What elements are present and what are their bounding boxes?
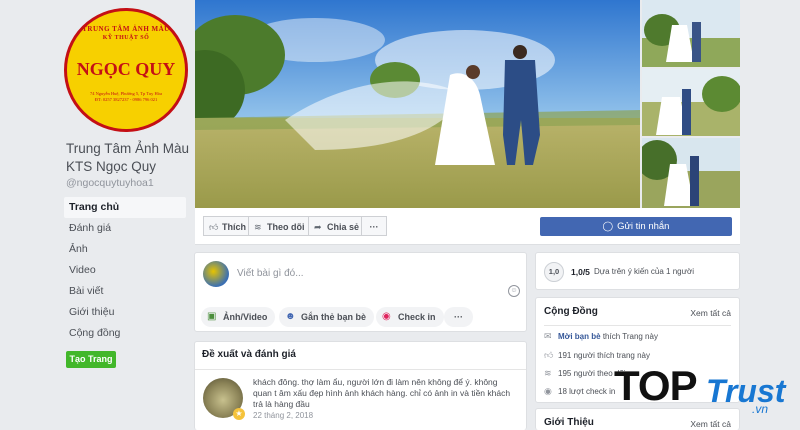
location-pin-icon: ◉ (382, 311, 391, 322)
invite-icon: ✉ (544, 331, 552, 341)
share-label: Chia sẻ (327, 222, 360, 232)
check-in-button[interactable]: ◉ Check in (376, 307, 444, 327)
invite-friends-row: ✉ Mời bạn bè thích Trang này (544, 331, 658, 342)
thumbs-up-icon: 👍︎ (544, 350, 554, 360)
nav-item-reviews[interactable]: Đánh giá (64, 218, 186, 239)
cover-photo[interactable] (195, 0, 640, 208)
page-nav: Trang chủ Đánh giá Ảnh Video Bài viết Gi… (64, 197, 186, 344)
star-icon: ★ (233, 408, 245, 420)
create-page-button[interactable]: Tạo Trang (66, 351, 116, 368)
send-message-label: Gửi tin nhắn (617, 221, 670, 232)
invite-friends-text: thích Trang này (602, 332, 658, 341)
logo-brand: NGỌC QUY (76, 59, 176, 79)
nav-item-photos[interactable]: Ảnh (64, 239, 186, 260)
watermark-domain-text: .vn (752, 402, 769, 416)
cover-photo-image (195, 0, 640, 208)
nav-item-community[interactable]: Cộng đồng (64, 323, 186, 344)
reviews-card: Đề xuất và đánh giá ★ khách đông. thợ là… (194, 341, 527, 430)
rating-badge: 1,0 (544, 262, 564, 282)
intro-see-all-link[interactable]: Xem tất cả (690, 419, 731, 429)
review-date[interactable]: 22 tháng 2, 2018 (253, 411, 313, 420)
cover-thumbnail-2[interactable] (642, 69, 740, 136)
like-label: Thích (222, 222, 246, 232)
nav-item-home[interactable]: Trang chủ (64, 197, 186, 218)
rating-score: 1,0/5 (571, 267, 590, 277)
like-button[interactable]: 👍︎ Thích (203, 216, 249, 236)
tag-friends-button[interactable]: ☻ Gắn thẻ bạn bè (279, 307, 375, 327)
cover-thumbnail-3[interactable] (642, 138, 740, 208)
photo-video-button[interactable]: ▣ Ảnh/Video (201, 307, 276, 327)
follow-label: Theo dõi (267, 222, 305, 232)
photo-video-label: Ảnh/Video (223, 312, 268, 322)
page-profile-picture[interactable]: TRUNG TÂM ẢNH MÀU KỸ THUẬT SỐ NGỌC QUY 7… (64, 8, 188, 132)
likes-count: 191 người thích trang này (558, 351, 650, 360)
logo-address: 74 Nguyễn Huệ, Phường 5, Tp Tuy Hòa ĐT: … (75, 91, 177, 103)
share-arrow-icon: ➦ (314, 222, 322, 232)
composer-more-button[interactable]: ··· (444, 307, 473, 327)
location-pin-icon: ◉ (544, 386, 552, 396)
toptrust-watermark-logo: TOP Trust .vn (614, 362, 800, 420)
emoji-icon[interactable]: ☺ (508, 285, 520, 297)
thumbs-up-icon: 👍︎ (209, 222, 219, 232)
review-text: khách đông. thợ làm ẩu, người lớn đi làm… (253, 377, 511, 409)
page-title[interactable]: Trung Tâm Ảnh Màu KTS Ngọc Quy (66, 140, 191, 176)
watermark-trust-text: Trust (706, 373, 786, 409)
post-composer: Viết bài gì đó... ☺ ▣ Ảnh/Video ☻ Gắn th… (194, 252, 527, 332)
thumbnail-image (642, 0, 740, 67)
likes-row: 👍︎ 191 người thích trang này (544, 350, 650, 361)
more-button[interactable]: ··· (361, 216, 387, 236)
follow-icon: ≋ (544, 368, 552, 378)
invite-friends-link[interactable]: Mời bạn bè (558, 332, 601, 341)
composer-input[interactable]: Viết bài gì đó... (237, 268, 304, 279)
tag-friends-label: Gắn thẻ bạn bè (301, 312, 367, 322)
share-button[interactable]: ➦ Chia sẻ (308, 216, 362, 236)
nav-item-about[interactable]: Giới thiệu (64, 302, 186, 323)
logo-address-line: 74 Nguyễn Huệ, Phường 5, Tp Tuy Hòa (89, 91, 163, 96)
photo-icon: ▣ (207, 311, 217, 322)
community-title[interactable]: Cộng Đồng (544, 306, 598, 317)
watermark-top-text: TOP (614, 362, 698, 409)
intro-title[interactable]: Giới Thiệu (544, 417, 594, 428)
cover-thumbnail-1[interactable] (642, 0, 740, 67)
thumbnail-image (642, 138, 740, 208)
divider (195, 369, 526, 370)
rss-icon: ≋ (254, 222, 262, 232)
page-handle[interactable]: @ngocquytuyhoa1 (66, 177, 154, 189)
nav-item-posts[interactable]: Bài viết (64, 281, 186, 302)
send-message-button[interactable]: ◯ Gửi tin nhắn (540, 217, 732, 236)
thumbnail-image (642, 69, 740, 136)
reviews-title: Đề xuất và đánh giá (202, 349, 296, 360)
checkins-row: ◉ 18 lượt check in (544, 386, 615, 397)
logo-phone-line: ĐT: 0257 3827237 - 0986 796 021 (94, 97, 158, 102)
tag-person-icon: ☻ (285, 311, 296, 322)
follow-button[interactable]: ≋ Theo dõi (248, 216, 309, 236)
community-see-all-link[interactable]: Xem tất cả (690, 308, 731, 318)
rating-card: 1,0 1,0/5 Dựa trên ý kiến của 1 người (535, 252, 740, 290)
avatar (203, 261, 229, 287)
logo-arc-text: TRUNG TÂM ẢNH MÀU (82, 25, 170, 33)
left-column: TRUNG TÂM ẢNH MÀU KỸ THUẬT SỐ NGỌC QUY 7… (0, 0, 195, 430)
logo-arc-sub: KỸ THUẬT SỐ (102, 35, 150, 41)
rating-description: Dựa trên ý kiến của 1 người (594, 267, 695, 276)
divider (544, 325, 731, 326)
check-in-label: Check in (398, 312, 436, 322)
nav-item-videos[interactable]: Video (64, 260, 186, 281)
checkins-count: 18 lượt check in (558, 387, 616, 396)
messenger-icon: ◯ (602, 221, 614, 232)
